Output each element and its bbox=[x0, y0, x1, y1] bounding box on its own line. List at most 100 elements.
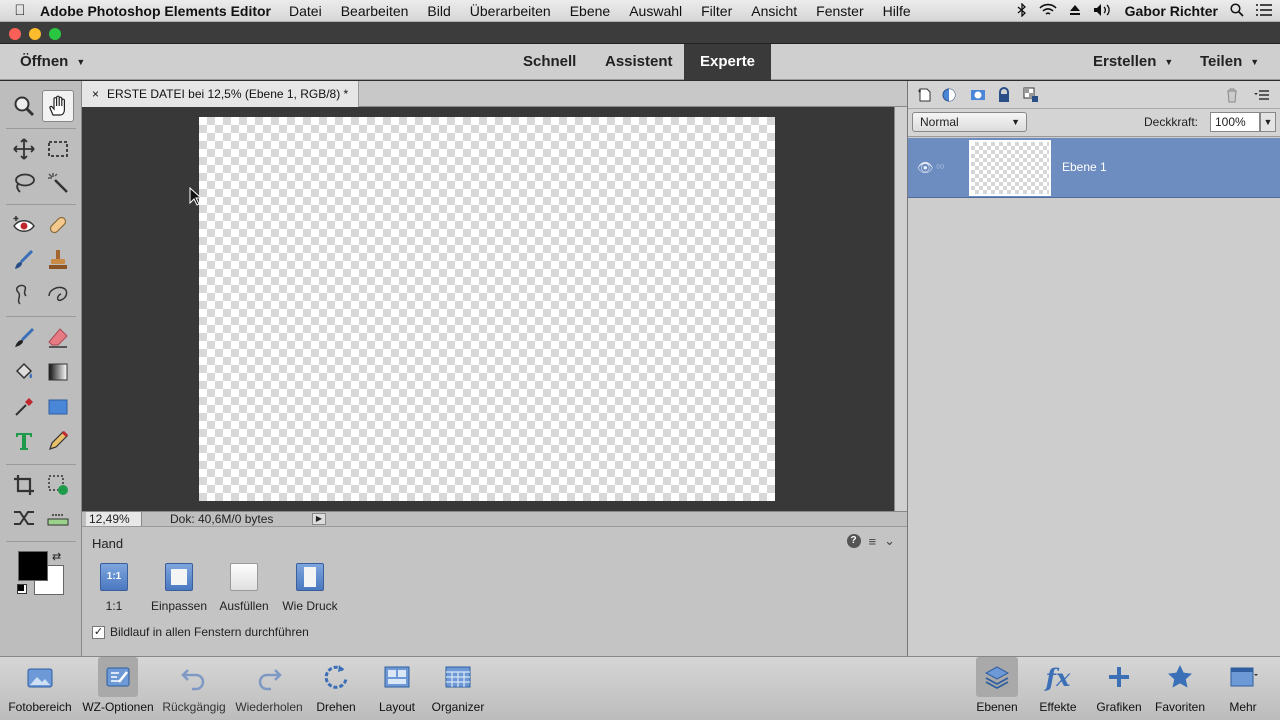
favorites-panel-button[interactable]: Favoriten bbox=[1150, 657, 1210, 720]
more-panels-button[interactable]: Mehr bbox=[1216, 657, 1270, 720]
opacity-input[interactable]: 100% bbox=[1210, 112, 1260, 132]
menu-fenster[interactable]: Fenster bbox=[816, 3, 863, 19]
recompose-tool-icon[interactable] bbox=[42, 469, 74, 501]
tab-assistent[interactable]: Assistent bbox=[605, 44, 673, 80]
open-button[interactable]: Öffnen ▼ bbox=[20, 44, 85, 80]
menu-ebene[interactable]: Ebene bbox=[570, 3, 610, 19]
document-canvas[interactable] bbox=[199, 117, 775, 501]
zoom-window-button[interactable] bbox=[49, 28, 61, 40]
notification-center-icon[interactable] bbox=[1256, 3, 1272, 19]
rotate-button[interactable]: Drehen bbox=[310, 657, 362, 720]
close-window-button[interactable] bbox=[9, 28, 21, 40]
eraser-tool-icon[interactable] bbox=[42, 322, 74, 354]
status-menu-arrow-icon[interactable]: ▶ bbox=[312, 513, 326, 525]
content-aware-move-icon[interactable] bbox=[8, 502, 40, 534]
document-tab[interactable]: × ERSTE DATEI bei 12,5% (Ebene 1, RGB/8) … bbox=[82, 81, 360, 107]
straighten-tool-icon[interactable] bbox=[42, 502, 74, 534]
eye-visibility-icon[interactable]: 👁 bbox=[917, 160, 934, 176]
menu-bild[interactable]: Bild bbox=[427, 3, 450, 19]
opacity-dropdown-icon[interactable]: ▼ bbox=[1260, 112, 1276, 132]
hand-tool-icon[interactable] bbox=[42, 90, 74, 122]
zoom-1-1-button[interactable]: 1:1 1:1 bbox=[96, 563, 132, 613]
layer-name[interactable]: Ebene 1 bbox=[1062, 160, 1107, 174]
brush-tool-icon[interactable] bbox=[8, 322, 40, 354]
foreground-color-swatch[interactable] bbox=[18, 551, 48, 581]
move-tool-icon[interactable] bbox=[8, 133, 40, 165]
tab-experte[interactable]: Experte bbox=[684, 44, 772, 80]
layer-thumbnail[interactable] bbox=[969, 140, 1051, 196]
panel-menu-icon[interactable] bbox=[1254, 87, 1270, 103]
eyedropper-tool-icon[interactable] bbox=[8, 391, 40, 423]
lock-all-icon[interactable] bbox=[996, 87, 1012, 103]
blend-mode-select[interactable]: Normal ▼ bbox=[912, 112, 1027, 132]
effects-panel-button[interactable]: fx Effekte bbox=[1034, 657, 1082, 720]
pencil-tool-icon[interactable] bbox=[42, 425, 74, 457]
paint-bucket-tool-icon[interactable] bbox=[8, 356, 40, 388]
panel-menu-icon[interactable]: ≡ bbox=[869, 534, 877, 549]
create-button[interactable]: Erstellen ▼ bbox=[1093, 44, 1173, 80]
crop-tool-icon[interactable] bbox=[8, 469, 40, 501]
menu-hilfe[interactable]: Hilfe bbox=[883, 3, 911, 19]
canvas-area[interactable] bbox=[82, 107, 894, 511]
eject-icon[interactable] bbox=[1069, 3, 1081, 19]
delete-layer-icon[interactable] bbox=[1224, 87, 1240, 103]
red-eye-tool-icon[interactable] bbox=[8, 209, 40, 241]
lasso-tool-icon[interactable] bbox=[8, 167, 40, 199]
share-button[interactable]: Teilen ▼ bbox=[1200, 44, 1259, 80]
tab-schnell[interactable]: Schnell bbox=[523, 44, 576, 80]
layer-row[interactable]: 👁 ∞ Ebene 1 bbox=[908, 138, 1280, 198]
mode-bar: Öffnen ▼ Schnell Assistent Experte Erstel… bbox=[0, 44, 1280, 80]
vertical-scrollbar[interactable] bbox=[894, 107, 907, 511]
menu-filter[interactable]: Filter bbox=[701, 3, 732, 19]
zoom-tool-icon[interactable] bbox=[8, 90, 40, 122]
wifi-icon[interactable] bbox=[1039, 3, 1057, 19]
rectangular-marquee-tool-icon[interactable] bbox=[42, 133, 74, 165]
quick-selection-tool-icon[interactable] bbox=[42, 167, 74, 199]
fill-screen-button[interactable]: Ausfüllen bbox=[216, 563, 272, 613]
user-name[interactable]: Gabor Richter bbox=[1125, 3, 1218, 19]
layout-button[interactable]: Layout bbox=[372, 657, 422, 720]
organizer-button[interactable]: Organizer bbox=[424, 657, 492, 720]
selection-brush-tool-icon[interactable] bbox=[8, 278, 40, 310]
spotlight-search-icon[interactable] bbox=[1230, 2, 1244, 20]
swap-colors-icon[interactable]: ⇄ bbox=[52, 550, 61, 563]
lock-transparency-icon[interactable] bbox=[1023, 87, 1039, 103]
toolbox: ⇄ bbox=[0, 81, 82, 656]
smart-brush-tool-icon[interactable] bbox=[8, 244, 40, 276]
app-name-menu[interactable]: Adobe Photoshop Elements Editor bbox=[40, 3, 271, 19]
photo-bin-button[interactable]: Fotobereich bbox=[2, 657, 78, 720]
refine-selection-brush-icon[interactable] bbox=[42, 278, 74, 310]
bluetooth-icon[interactable] bbox=[1017, 1, 1027, 20]
link-layer-icon[interactable]: ∞ bbox=[936, 159, 945, 173]
minimize-window-button[interactable] bbox=[29, 28, 41, 40]
gradient-tool-icon[interactable] bbox=[42, 356, 74, 388]
print-size-button[interactable]: Wie Druck bbox=[278, 563, 342, 613]
type-tool-icon[interactable] bbox=[8, 425, 40, 457]
chevron-down-icon[interactable]: ⌄ bbox=[884, 533, 895, 549]
shape-tool-icon[interactable] bbox=[42, 391, 74, 423]
menu-bearbeiten[interactable]: Bearbeiten bbox=[341, 3, 409, 19]
scroll-all-windows-checkbox[interactable]: ✓ Bildlauf in allen Fenstern durchführen bbox=[92, 625, 309, 639]
volume-icon[interactable] bbox=[1093, 3, 1113, 20]
spot-healing-brush-icon[interactable] bbox=[42, 209, 74, 241]
undo-button[interactable]: Rückgängig bbox=[158, 657, 230, 720]
fit-screen-button[interactable]: Einpassen bbox=[148, 563, 210, 613]
clone-stamp-tool-icon[interactable] bbox=[42, 244, 74, 276]
new-layer-icon[interactable] bbox=[917, 87, 933, 103]
menu-ueberarbeiten[interactable]: Überarbeiten bbox=[470, 3, 551, 19]
tool-options-button[interactable]: WZ-Optionen bbox=[80, 657, 156, 720]
checkmark-icon[interactable]: ✓ bbox=[92, 625, 105, 639]
apple-icon[interactable]:  bbox=[0, 2, 40, 19]
close-tab-icon[interactable]: × bbox=[92, 87, 99, 101]
menu-auswahl[interactable]: Auswahl bbox=[629, 3, 682, 19]
menu-datei[interactable]: Datei bbox=[289, 3, 322, 19]
layers-panel-button[interactable]: Ebenen bbox=[972, 657, 1022, 720]
help-icon[interactable]: ? bbox=[846, 534, 861, 548]
zoom-level-field[interactable]: 12,49% bbox=[86, 512, 142, 527]
layer-mask-icon[interactable] bbox=[970, 87, 986, 103]
default-colors-icon[interactable] bbox=[17, 584, 27, 594]
redo-button[interactable]: Wiederholen bbox=[232, 657, 306, 720]
adjustment-layer-icon[interactable] bbox=[941, 87, 957, 103]
graphics-panel-button[interactable]: Grafiken bbox=[1092, 657, 1146, 720]
menu-ansicht[interactable]: Ansicht bbox=[751, 3, 797, 19]
